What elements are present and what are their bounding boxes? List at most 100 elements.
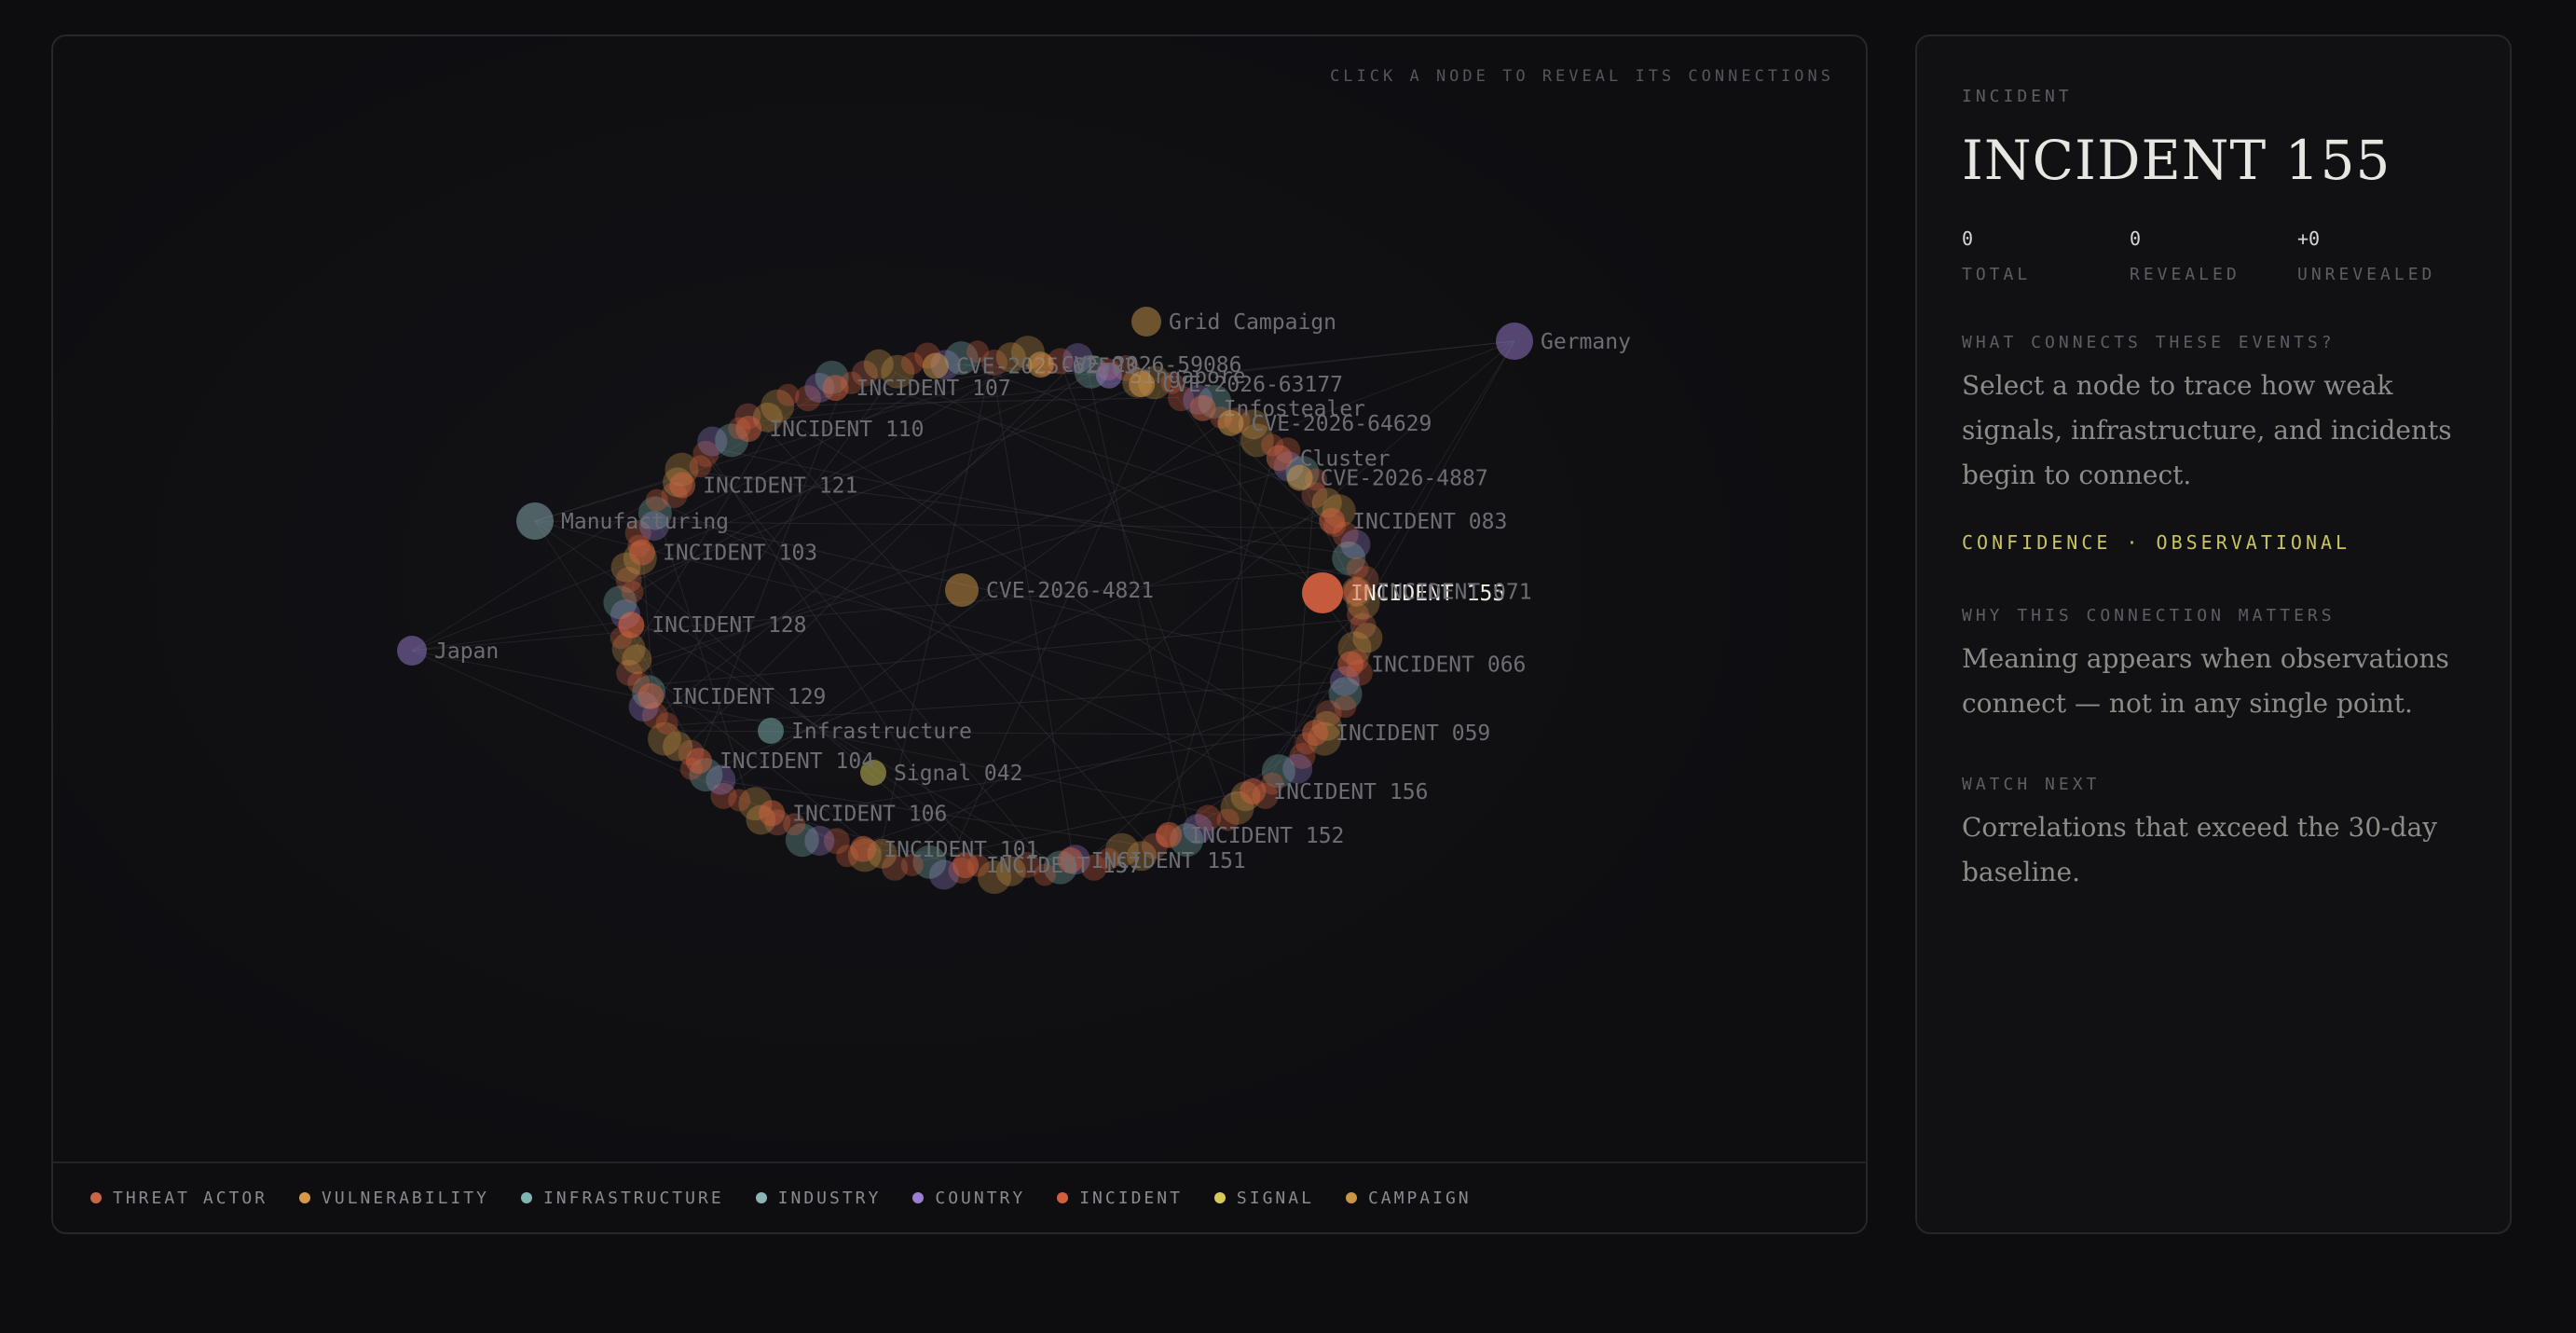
watch-next-text: Correlations that exceed the 30-day base… — [1962, 812, 2438, 887]
node-circle — [628, 539, 655, 566]
node-circle — [1343, 578, 1370, 605]
node-label: CVE-2026-4821 — [986, 579, 1154, 603]
stat-label: UNREVEALED — [2297, 265, 2436, 284]
node-circle — [1319, 507, 1346, 534]
legend-dot-icon — [1213, 1192, 1226, 1203]
stat-revealed: 0 REVEALED — [2130, 227, 2297, 284]
legend-item: VULNERABILITY — [299, 1189, 489, 1208]
node-label: Signal 042 — [894, 762, 1022, 786]
node-label: INCIDENT 152 — [1189, 824, 1344, 848]
connects-label: WHAT CONNECTS THESE EVENTS? — [1962, 333, 2336, 352]
node-circle — [1217, 409, 1244, 436]
graph-edge — [948, 390, 1161, 865]
matters-text: Meaning appears when observations connec… — [1962, 643, 2449, 719]
legend-label: COUNTRY — [935, 1188, 1026, 1208]
node-circle — [1496, 323, 1533, 360]
legend-dot-icon — [1345, 1192, 1357, 1203]
node-circle — [1302, 720, 1329, 747]
legend: THREAT ACTOR VULNERABILITY INFRASTRUCTURE I… — [53, 1161, 1866, 1232]
graph-panel: CLICK A NODE TO REVEAL ITS CONNECTIONS G… — [51, 34, 1868, 1234]
node-circle — [618, 612, 645, 639]
node-circle — [735, 416, 762, 443]
legend-dot-icon — [299, 1192, 311, 1203]
node-label: INCIDENT 103 — [663, 542, 817, 566]
graph-node-incident-128[interactable]: INCIDENT 128 — [618, 612, 807, 639]
graph-edge — [411, 568, 1352, 652]
matters-label: WHY THIS CONNECTION MATTERS — [1962, 606, 2336, 625]
node-label: CVE-2026-63177 — [1162, 373, 1343, 397]
node-circle — [1129, 371, 1156, 398]
node-circle — [516, 502, 554, 540]
legend-label: VULNERABILITY — [322, 1188, 489, 1208]
node-label: INCIDENT 104 — [719, 749, 874, 774]
node-circle — [1286, 464, 1313, 491]
legend-dot-icon — [1057, 1192, 1069, 1203]
node-circle — [945, 573, 979, 607]
node-label: Japan — [434, 639, 499, 664]
legend-label: CAMPAIGN — [1367, 1188, 1472, 1208]
legend-item: INFRASTRUCTURE — [520, 1188, 724, 1208]
stat-label: REVEALED — [2130, 265, 2240, 284]
node-label: INCIDENT 066 — [1371, 653, 1526, 678]
node-circle — [759, 800, 786, 827]
graph-edge — [1293, 494, 1315, 758]
graph-node-incident-103[interactable]: INCIDENT 103 — [628, 539, 817, 566]
legend-item: SIGNAL — [1213, 1189, 1314, 1208]
node-circle — [1302, 572, 1343, 613]
legend-item: INDUSTRY — [755, 1188, 882, 1208]
node-circle — [397, 636, 427, 666]
stat-value: 0 — [2130, 227, 2142, 250]
graph-node-japan[interactable]: Japan — [397, 636, 499, 666]
node-label: INCIDENT 101 — [884, 838, 1038, 862]
graph-node-cve-2026-4821[interactable]: CVE-2026-4821 — [945, 573, 1154, 607]
node-label: INCIDENT 106 — [792, 802, 947, 826]
legend-item: COUNTRY — [912, 1189, 1025, 1208]
node-label: Germany — [1541, 330, 1631, 354]
stat-unrevealed: +0 UNREVEALED — [2297, 227, 2465, 284]
legend-dot-icon — [755, 1192, 767, 1203]
legend-dot-icon — [90, 1192, 102, 1203]
node-circle — [1240, 777, 1267, 804]
connects-text: Select a node to trace how weak signals,… — [1962, 370, 2452, 490]
legend-item: THREAT ACTOR — [90, 1189, 267, 1208]
node-label: INCIDENT 128 — [651, 613, 806, 638]
node-label: Infrastructure — [791, 720, 972, 744]
node-label: INCIDENT 059 — [1336, 721, 1490, 746]
node-circle — [1266, 445, 1293, 472]
legend-dot-icon — [912, 1192, 925, 1203]
legend-label: INDUSTRY — [777, 1188, 882, 1208]
graph-node-signal-042[interactable]: Signal 042 — [860, 760, 1022, 786]
node-circle — [822, 375, 849, 402]
graph-node-germany[interactable]: Germany — [1496, 323, 1631, 360]
node-label: INCIDENT 121 — [703, 474, 857, 499]
detail-panel: INCIDENT INCIDENT 155 0 TOTAL 0 REVEALED… — [1915, 34, 2512, 1234]
stat-label: TOTAL — [1962, 265, 2032, 284]
legend-label: INFRASTRUCTURE — [542, 1188, 724, 1208]
node-circle — [922, 352, 949, 379]
node-label: INCIDENT 071 — [1377, 581, 1531, 605]
node-label: INCIDENT 110 — [769, 418, 924, 442]
node-circle — [637, 682, 665, 709]
node-label: CVE-2026-64629 — [1252, 412, 1432, 436]
node-circle — [1027, 351, 1054, 378]
network-graph[interactable]: GermanyJapanSingaporeManufacturingCVE-20… — [53, 36, 1868, 1167]
node-circle — [1156, 821, 1183, 848]
node-circle — [1131, 307, 1161, 337]
confidence-badge: CONFIDENCE · OBSERVATIONAL — [1962, 531, 2351, 554]
legend-item: CAMPAIGN — [1345, 1188, 1472, 1208]
stat-value: 0 — [1962, 227, 1974, 250]
legend-item: INCIDENT — [1057, 1189, 1183, 1208]
watch-next-label: WATCH NEXT — [1962, 775, 2101, 794]
stat-value: +0 — [2297, 227, 2321, 250]
node-circle — [850, 835, 877, 862]
node-label: INCIDENT 083 — [1352, 510, 1507, 534]
node-circle — [685, 748, 712, 775]
legend-label: INCIDENT — [1079, 1188, 1183, 1208]
node-circle — [758, 718, 784, 744]
node-circle — [669, 472, 696, 499]
node-label: CVE-2026-4887 — [1321, 467, 1488, 491]
graph-node-grid-campaign[interactable]: Grid Campaign — [1131, 307, 1336, 337]
graph-node-infrastructure[interactable]: Infrastructure — [758, 718, 972, 744]
node-kind: INCIDENT — [1962, 87, 2073, 106]
node-circle — [1189, 394, 1216, 421]
